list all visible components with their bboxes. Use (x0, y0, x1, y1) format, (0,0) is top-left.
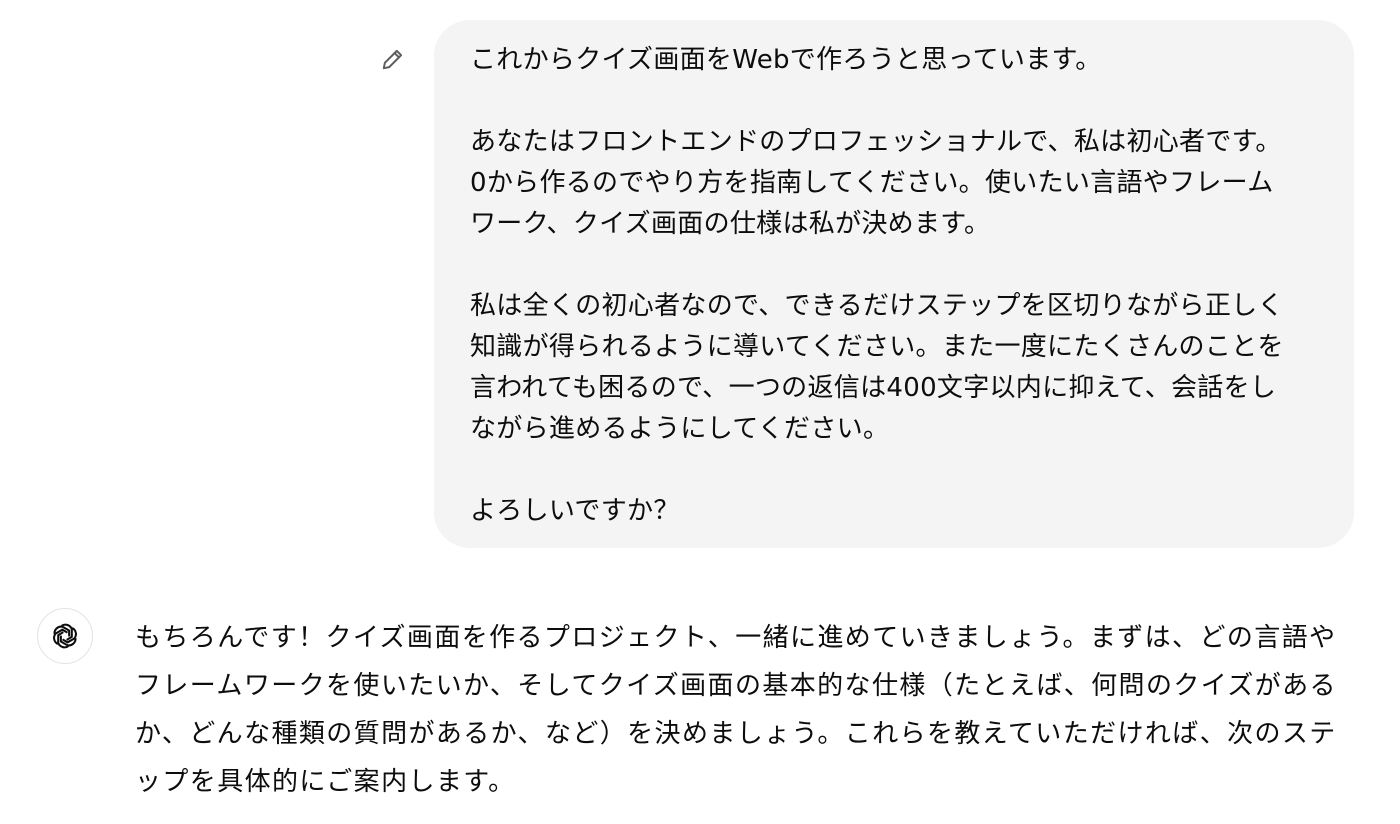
user-message-bubble: これからクイズ画面をWebで作ろうと思っています。 あなたはフロントエンドのプロ… (434, 20, 1354, 548)
openai-logo-icon (53, 623, 77, 649)
edit-message-button[interactable] (376, 42, 410, 76)
user-message-text: これからクイズ画面をWebで作ろうと思っています。 あなたはフロントエンドのプロ… (470, 45, 1284, 526)
assistant-message-text: もちろんです！クイズ画面を作るプロジェクト、一緒に進めていきましょう。まずは、ど… (135, 623, 1337, 797)
assistant-avatar (37, 608, 93, 664)
chat-conversation: これからクイズ画面をWebで作ろうと思っています。 あなたはフロントエンドのプロ… (0, 0, 1400, 824)
pencil-icon (382, 49, 403, 70)
